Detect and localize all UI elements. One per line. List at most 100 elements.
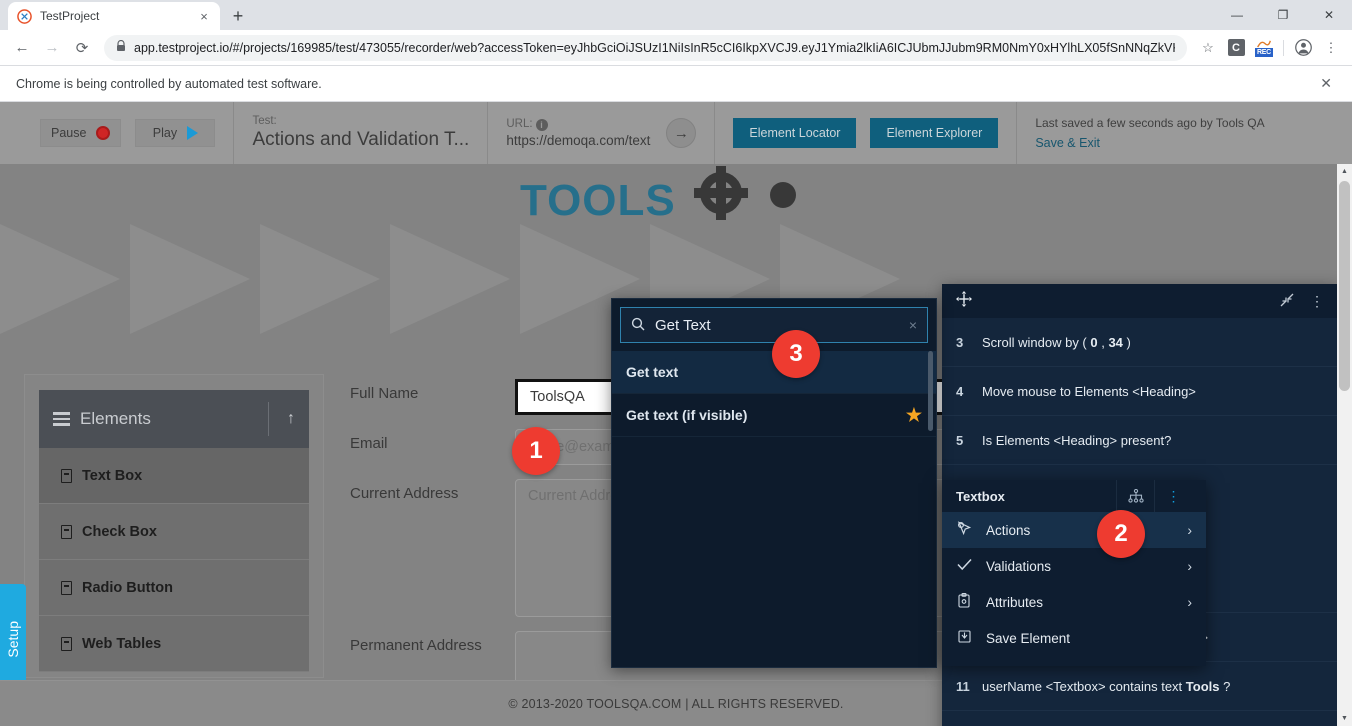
extension-rec-icon[interactable]: REC xyxy=(1251,35,1277,61)
nav-item-label: Text Box xyxy=(82,467,143,484)
test-label: Test: xyxy=(252,115,277,127)
save-section: Last saved a few seconds ago by Tools QA… xyxy=(1017,102,1282,164)
step-text: Move mouse to Elements <Heading> xyxy=(982,383,1196,399)
hierarchy-icon[interactable] xyxy=(1116,480,1154,512)
lock-icon xyxy=(116,39,126,55)
scroll-down-arrow-icon[interactable]: ▼ xyxy=(1337,711,1352,726)
save-and-exit-link[interactable]: Save & Exit xyxy=(1035,134,1264,152)
info-icon[interactable]: i xyxy=(535,119,548,131)
collapse-icon[interactable] xyxy=(1280,293,1294,310)
table-row[interactable]: 5 Is Elements <Heading> present? xyxy=(942,416,1338,465)
test-name: Actions and Validation T... xyxy=(252,129,470,150)
html5-icon xyxy=(61,580,72,595)
playback-controls: Pause Play xyxy=(0,102,235,164)
element-locator-button[interactable]: Element Locator xyxy=(733,118,857,148)
nav-item-label: Web Tables xyxy=(82,635,162,652)
favorite-star-icon[interactable]: ★ xyxy=(906,405,922,426)
textbox-context-menu: Textbox ⋮ Actions › Validations › Attrib… xyxy=(942,480,1206,666)
element-tools-section: Element Locator Element Explorer xyxy=(715,102,1018,164)
back-icon[interactable]: ← xyxy=(8,34,36,62)
elements-group-header[interactable]: Elements ↑ xyxy=(39,390,309,448)
context-item-actions[interactable]: Actions › xyxy=(942,512,1206,548)
chevron-up-icon[interactable]: ↑ xyxy=(268,402,295,436)
action-search-box[interactable]: Get Text × xyxy=(620,307,928,343)
steps-panel-menu-icon[interactable]: ⋮ xyxy=(1310,293,1324,310)
nav-item-check-box[interactable]: Check Box xyxy=(39,504,309,560)
tab-strip: TestProject × + — ❐ ✕ xyxy=(0,0,1352,30)
url-text: app.testproject.io/#/projects/169985/tes… xyxy=(134,40,1175,55)
nav-item-web-tables[interactable]: Web Tables xyxy=(39,616,309,672)
profile-avatar-icon[interactable] xyxy=(1290,35,1316,61)
browser-tab[interactable]: TestProject × xyxy=(8,2,220,30)
browser-window: TestProject × + — ❐ ✕ ← → ⟳ app.testproj… xyxy=(0,0,1352,726)
page-scrollbar[interactable]: ▲ ▼ xyxy=(1337,164,1352,726)
context-item-label: Save Element xyxy=(986,630,1071,646)
check-icon xyxy=(956,558,972,574)
annotation-badge-3: 3 xyxy=(772,330,820,378)
url-value: https://demoqa.com/text xyxy=(506,133,651,148)
last-saved-text: Last saved a few seconds ago by Tools QA xyxy=(1035,116,1265,130)
context-menu-title: Textbox xyxy=(956,488,1005,504)
action-result-label: Get text (if visible) xyxy=(626,407,748,423)
nav-item-label: Radio Button xyxy=(82,579,174,596)
pause-record-button[interactable]: Pause xyxy=(40,119,122,147)
toolbar-icons: ☆ C REC ⋮ xyxy=(1195,35,1344,61)
step-number: 11 xyxy=(956,678,970,694)
nav-item-text-box[interactable]: Text Box xyxy=(39,448,309,504)
browser-toolbar: ← → ⟳ app.testproject.io/#/projects/1699… xyxy=(0,30,1352,66)
testproject-logo-icon xyxy=(16,8,32,24)
clear-search-icon[interactable]: × xyxy=(909,317,917,333)
elements-nav-panel: Elements ↑ Text Box Check Box Radio Butt… xyxy=(24,374,324,678)
context-item-label: Validations xyxy=(986,558,1052,574)
nav-item-radio-button[interactable]: Radio Button xyxy=(39,560,309,616)
record-dot-icon xyxy=(96,126,111,140)
element-explorer-button[interactable]: Element Explorer xyxy=(870,118,999,148)
close-window-icon[interactable]: ✕ xyxy=(1306,0,1352,30)
table-row[interactable]: 11 userName <Textbox> contains text Tool… xyxy=(942,662,1338,711)
gear-icon xyxy=(694,166,748,220)
automation-infobar: Chrome is being controlled by automated … xyxy=(0,66,1352,102)
search-icon xyxy=(631,317,645,334)
context-item-validations[interactable]: Validations › xyxy=(942,548,1206,584)
browser-menu-icon[interactable]: ⋮ xyxy=(1318,35,1344,61)
table-row[interactable]: 4 Move mouse to Elements <Heading> xyxy=(942,367,1338,416)
step-number: 3 xyxy=(956,334,964,350)
step-text: Scroll window by ( 0 , 34 ) xyxy=(982,334,1131,350)
play-button[interactable]: Play xyxy=(135,119,216,147)
chevron-right-icon: › xyxy=(1187,594,1192,610)
scroll-up-arrow-icon[interactable]: ▲ xyxy=(1337,164,1352,179)
tab-title: TestProject xyxy=(40,9,100,23)
action-popup-scrollbar[interactable] xyxy=(928,351,933,431)
context-item-save-element[interactable]: Save Element xyxy=(942,620,1206,656)
elements-group-label: Elements xyxy=(80,409,151,428)
action-search-input[interactable]: Get Text xyxy=(655,317,899,334)
extension-c-icon[interactable]: C xyxy=(1223,35,1249,61)
maximize-icon[interactable]: ❐ xyxy=(1260,0,1306,30)
action-result-get-text-if-visible[interactable]: Get text (if visible) ★ xyxy=(612,394,936,437)
automation-message: Chrome is being controlled by automated … xyxy=(16,76,322,91)
context-item-label: Attributes xyxy=(986,594,1044,610)
table-row[interactable]: 3 Scroll window by ( 0 , 34 ) xyxy=(942,318,1338,367)
bookmark-star-icon[interactable]: ☆ xyxy=(1195,35,1221,61)
recorder-toolbar: Pause Play Test: Actions and Validation … xyxy=(0,102,1352,164)
setup-label: Setup xyxy=(5,620,21,658)
move-icon[interactable] xyxy=(956,291,972,311)
context-item-attributes[interactable]: Attributes › xyxy=(942,584,1206,620)
reload-icon[interactable]: ⟳ xyxy=(68,34,96,62)
html5-icon xyxy=(61,468,72,483)
close-icon[interactable]: × xyxy=(196,8,212,24)
setup-side-tab[interactable]: Setup xyxy=(0,584,26,694)
scrollbar-thumb[interactable] xyxy=(1339,181,1350,391)
new-tab-button[interactable]: + xyxy=(224,2,252,30)
go-arrow-icon[interactable]: → xyxy=(666,118,697,148)
address-bar[interactable]: app.testproject.io/#/projects/169985/tes… xyxy=(104,34,1187,61)
minimize-icon[interactable]: — xyxy=(1214,0,1260,30)
forward-icon[interactable]: → xyxy=(38,34,66,62)
permanent-address-label: Permanent Address xyxy=(350,637,482,654)
email-label: Email xyxy=(350,435,388,452)
step-text: userName <Textbox> contains text Tools ? xyxy=(982,678,1231,694)
steps-panel-header-actions: ⋮ xyxy=(1280,293,1324,310)
infobar-close-icon[interactable]: ✕ xyxy=(1316,75,1336,92)
context-menu-more-icon[interactable]: ⋮ xyxy=(1154,480,1192,512)
step-number: 4 xyxy=(956,383,964,399)
